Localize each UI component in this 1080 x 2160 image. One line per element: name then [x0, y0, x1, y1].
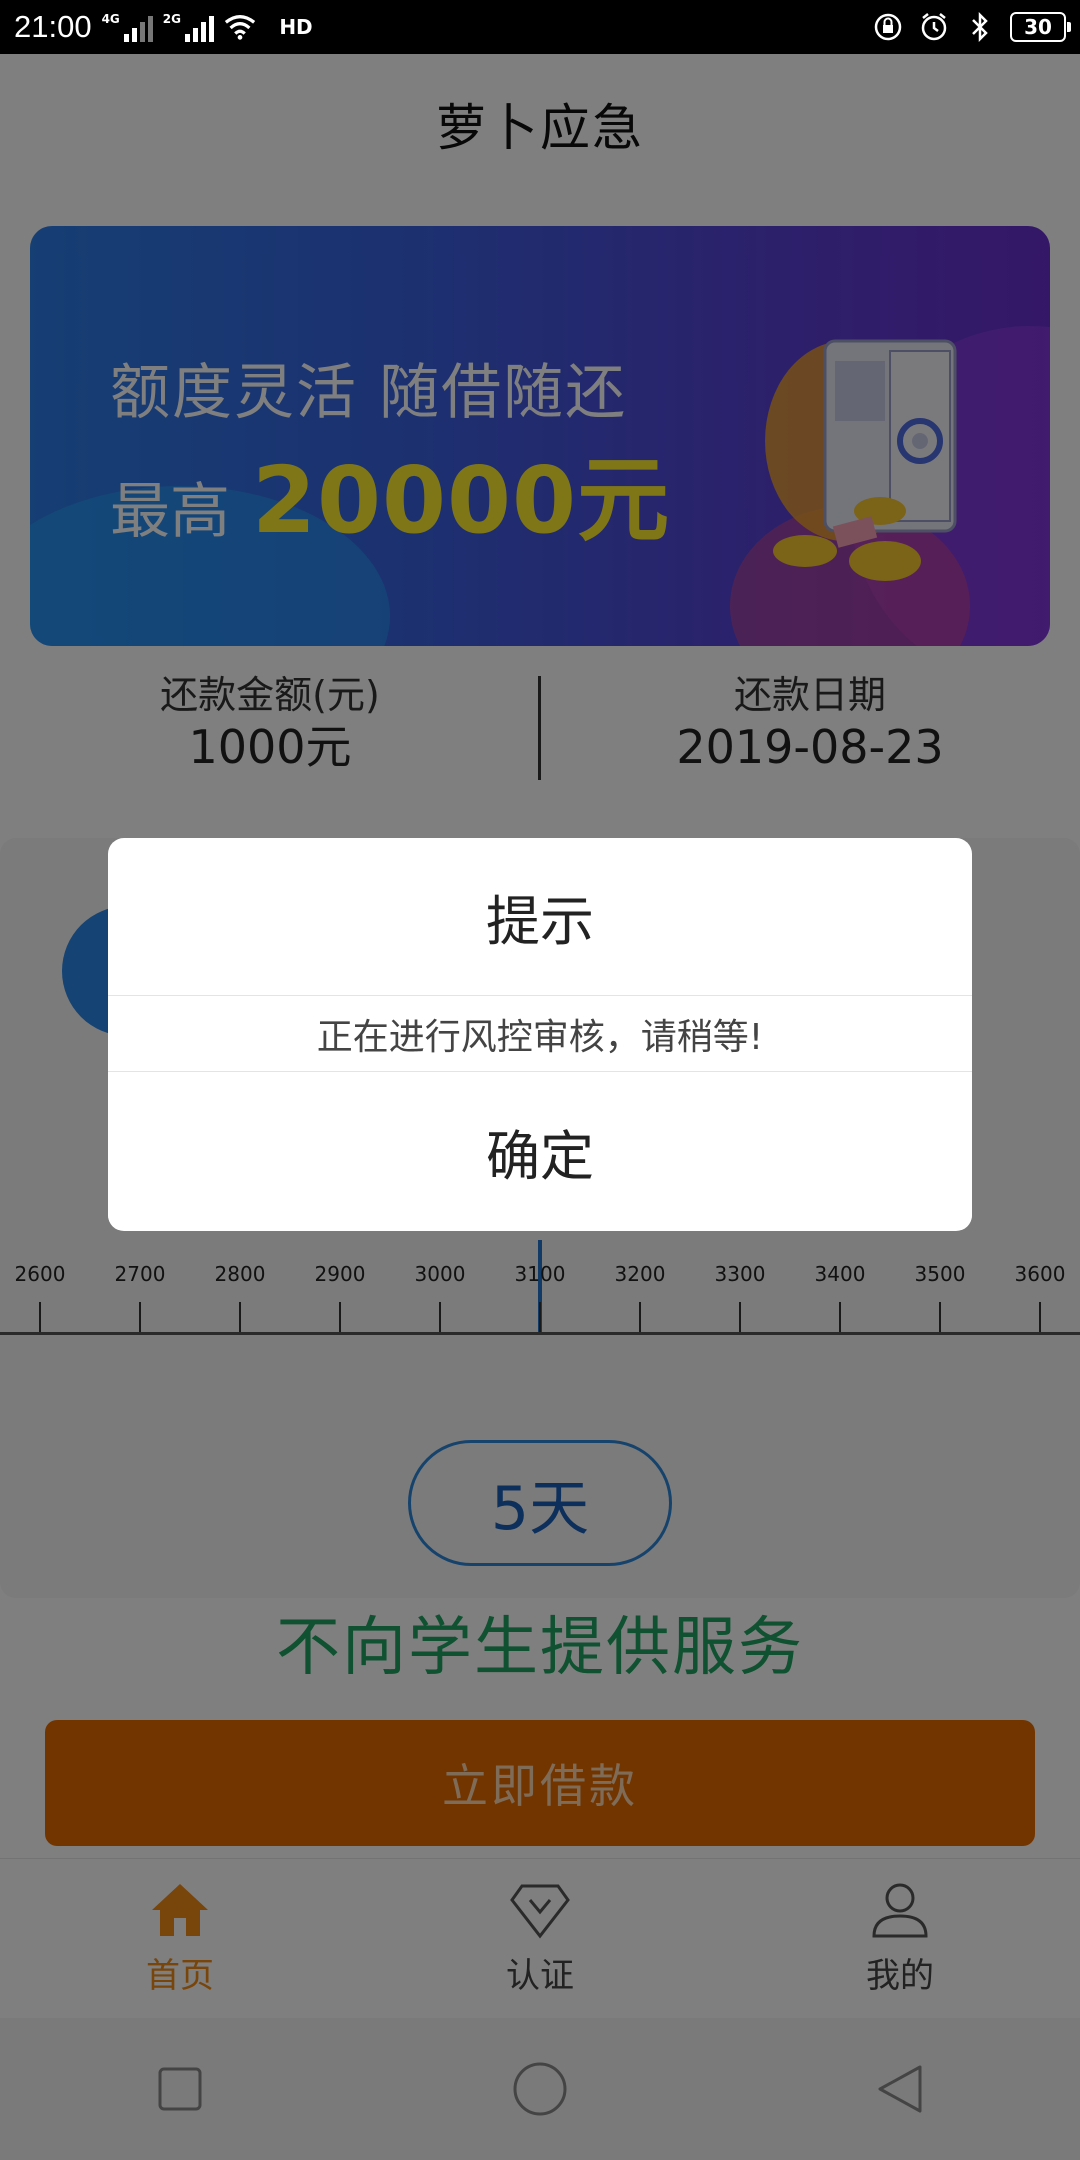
- confirm-button[interactable]: 确定: [108, 1072, 972, 1230]
- wifi-icon: [224, 11, 256, 43]
- sim2-label: 2G: [162, 12, 181, 26]
- app-screen: 21:00 4G 2G HD 30 提示 正在进行风控审核，请稍等! 确定: [0, 0, 1080, 2160]
- battery-level: 30: [1024, 15, 1052, 39]
- status-left: 21:00 4G 2G HD: [14, 9, 326, 45]
- hd-label: HD: [279, 15, 313, 39]
- dialog-message: 正在进行风控审核，请稍等!: [108, 996, 972, 1072]
- hd-call-icon: HD: [266, 11, 326, 43]
- status-bar: 21:00 4G 2G HD 30: [0, 0, 1080, 54]
- battery-icon: 30: [1010, 12, 1071, 42]
- signal-1-icon: 4G: [102, 12, 153, 42]
- dialog-title: 提示: [108, 838, 972, 996]
- signal-2-icon: 2G: [163, 12, 214, 42]
- bluetooth-icon: [964, 11, 996, 43]
- sim1-label: 4G: [101, 12, 120, 26]
- alarm-icon: [918, 11, 950, 43]
- alert-dialog: 提示 正在进行风控审核，请稍等! 确定: [108, 838, 972, 1231]
- status-time: 21:00: [14, 9, 92, 44]
- rotation-lock-icon: [872, 11, 904, 43]
- status-right: 30: [872, 11, 1071, 43]
